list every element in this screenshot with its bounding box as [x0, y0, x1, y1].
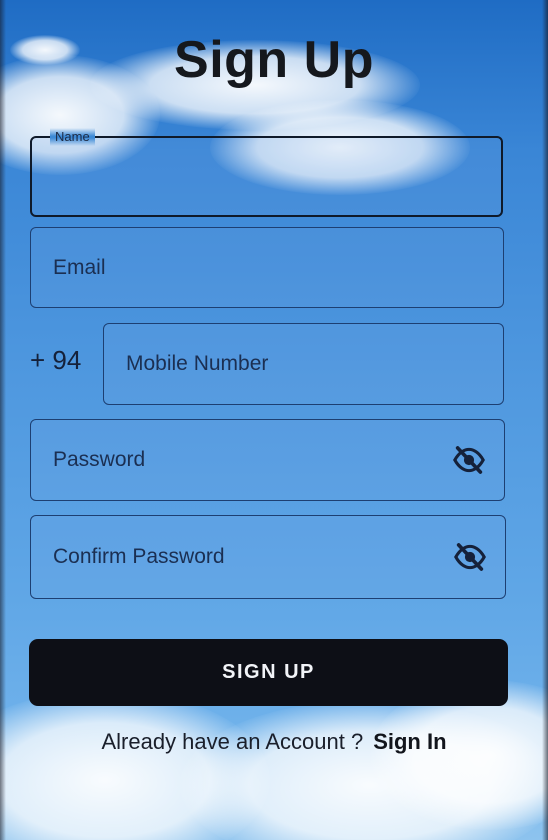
footer-prompt-text: Already have an Account ?: [101, 729, 364, 754]
screen-edge: [542, 0, 548, 840]
eye-off-icon[interactable]: [452, 443, 486, 477]
sign-in-link[interactable]: Sign In: [373, 729, 446, 754]
confirm-password-field[interactable]: [30, 515, 506, 599]
email-input[interactable]: [31, 228, 503, 307]
page-title: Sign Up: [174, 31, 374, 89]
email-field[interactable]: [30, 227, 504, 308]
mobile-number-input[interactable]: [104, 324, 503, 404]
eye-off-icon[interactable]: [453, 540, 487, 574]
password-input[interactable]: [31, 420, 504, 500]
screen-edge: [0, 0, 6, 840]
sign-up-button[interactable]: SIGN UP: [29, 639, 508, 706]
name-field[interactable]: Name: [30, 128, 503, 217]
signup-screen: Sign Up Name + 94 SIGN UP Already have a: [0, 0, 548, 840]
country-code-prefix: + 94: [30, 345, 82, 375]
mobile-number-field[interactable]: [103, 323, 504, 405]
password-field[interactable]: [30, 419, 505, 501]
footer-sign-in-prompt: Already have an Account ? Sign In: [0, 729, 548, 755]
confirm-password-input[interactable]: [31, 516, 505, 598]
name-input[interactable]: [32, 138, 501, 215]
